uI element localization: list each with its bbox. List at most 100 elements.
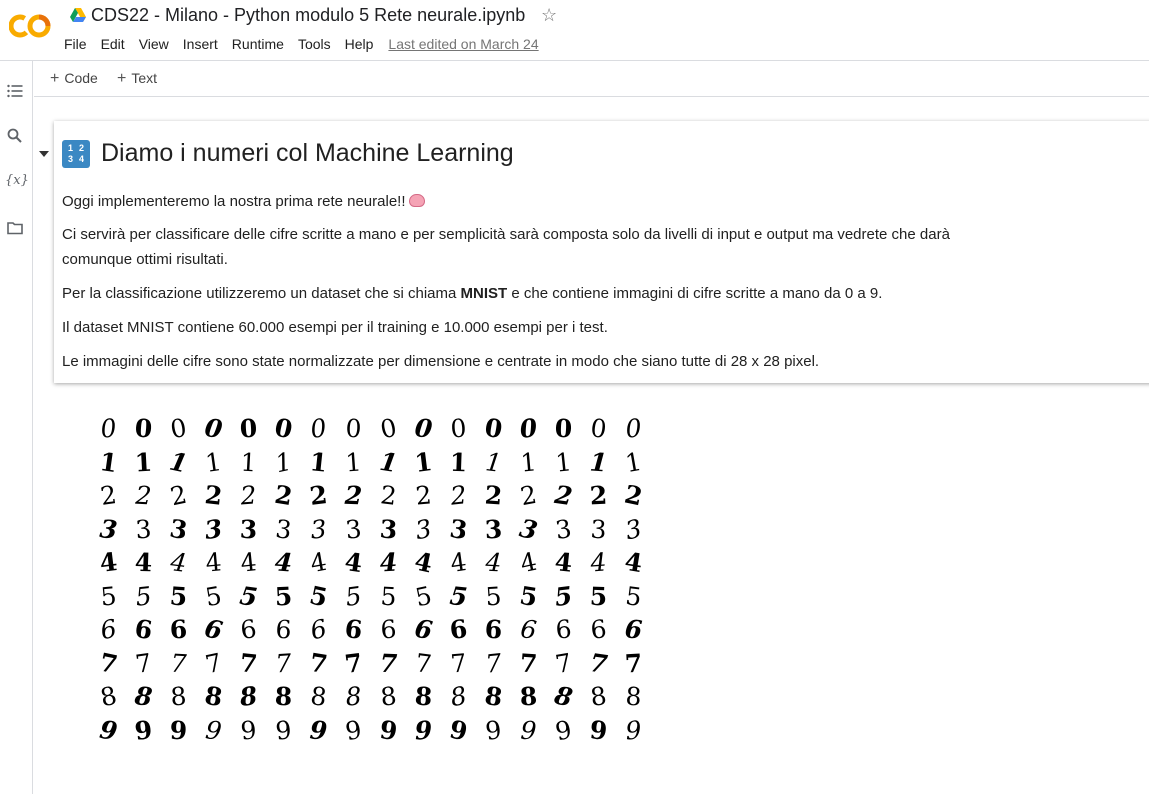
handwritten-digit: 4	[517, 546, 540, 579]
handwritten-digit: 5	[99, 581, 118, 612]
left-sidebar: {x}	[0, 61, 33, 794]
handwritten-digit: 6	[98, 614, 119, 646]
input-numbers-icon: 1 2 3 4	[62, 139, 90, 168]
handwritten-digit: 2	[203, 480, 224, 512]
handwritten-digit: 5	[517, 580, 540, 612]
handwritten-digit: 7	[413, 647, 434, 679]
handwritten-digit: 8	[344, 681, 363, 712]
handwritten-digit: 3	[344, 513, 363, 545]
handwritten-digit: 6	[307, 613, 330, 646]
paragraph-dataset: Per la classificazione utilizzeremo un d…	[62, 285, 883, 302]
handwritten-digit: 5	[134, 580, 153, 612]
handwritten-digit: 7	[587, 647, 610, 679]
handwritten-digit: 8	[133, 681, 154, 713]
heading-text: Diamo i numeri col Machine Learning	[101, 139, 514, 167]
mnist-bold: MNIST	[460, 285, 508, 302]
handwritten-digit: 9	[552, 714, 575, 747]
handwritten-digit: 9	[446, 714, 471, 747]
handwritten-digit: 8	[551, 680, 576, 713]
handwritten-digit: 1	[166, 446, 191, 479]
menu-insert[interactable]: Insert	[183, 36, 218, 52]
menu-runtime[interactable]: Runtime	[232, 36, 284, 52]
handwritten-digit: 8	[588, 681, 609, 713]
handwritten-digit: 9	[133, 714, 154, 746]
handwritten-digit: 6	[169, 614, 188, 645]
cell-toolbar: + Code + Text	[34, 61, 1149, 97]
handwritten-digit: 2	[589, 480, 608, 511]
add-code-button[interactable]: + Code	[50, 70, 98, 88]
handwritten-digit: 0	[168, 413, 189, 445]
handwritten-digit: 6	[274, 614, 293, 645]
digit-row: 5555555555555555	[91, 580, 651, 614]
handwritten-digit: 6	[238, 614, 259, 646]
search-icon[interactable]	[6, 127, 24, 145]
digit-row: 3333333333333333	[91, 513, 651, 547]
paragraph-normalization: Le immagini delle cifre sono state norma…	[62, 353, 820, 370]
collapse-section-icon[interactable]	[39, 151, 49, 157]
handwritten-digit: 3	[134, 514, 153, 545]
text-cell[interactable]: 1 2 3 4 Diamo i numeri col Machine Learn…	[54, 121, 1149, 383]
handwritten-digit: 7	[96, 647, 121, 680]
handwritten-digit: 5	[343, 580, 364, 612]
handwritten-digit: 5	[168, 581, 189, 612]
add-text-button[interactable]: + Text	[117, 70, 157, 88]
plus-icon: +	[117, 70, 127, 87]
handwritten-digit: 7	[449, 648, 468, 679]
menu-file[interactable]: File	[64, 36, 87, 52]
menu-help[interactable]: Help	[345, 36, 374, 52]
handwritten-digit: 7	[238, 647, 259, 679]
handwritten-digit: 9	[239, 715, 258, 746]
handwritten-digit: 9	[519, 715, 538, 746]
handwritten-digit: 1	[272, 446, 295, 479]
handwritten-digit: 4	[204, 547, 223, 578]
handwritten-digit: 1	[483, 446, 504, 478]
handwritten-digit: 2	[552, 480, 575, 512]
paragraph-description: Ci servirà per classificare delle cifre …	[62, 226, 950, 268]
handwritten-digit: 1	[308, 446, 329, 478]
handwritten-digit: 6	[343, 614, 364, 646]
handwritten-digit: 2	[378, 480, 399, 512]
handwritten-digit: 3	[589, 514, 608, 545]
app-header: CDS22 - Milano - Python modulo 5 Rete ne…	[0, 0, 1149, 61]
digit-row: 6666666666666666	[91, 613, 651, 647]
handwritten-digit: 3	[413, 513, 434, 545]
handwritten-digit: 2	[98, 480, 119, 512]
folder-icon[interactable]	[6, 219, 24, 237]
handwritten-digit: 3	[309, 514, 328, 545]
menu-tools[interactable]: Tools	[298, 36, 331, 52]
table-of-contents-icon[interactable]	[6, 82, 24, 100]
handwritten-digit: 1	[554, 446, 573, 478]
handwritten-digit: 4	[308, 547, 329, 579]
colab-logo[interactable]	[9, 12, 51, 40]
handwritten-digit: 4	[168, 547, 189, 579]
last-edited-link[interactable]: Last edited on March 24	[388, 36, 538, 52]
variables-icon[interactable]: {x}	[5, 173, 29, 191]
handwritten-digit: 0	[482, 413, 505, 445]
handwritten-digit: 0	[133, 413, 154, 444]
menu-bar: File Edit View Insert Runtime Tools Help…	[64, 36, 553, 52]
handwritten-digit: 3	[447, 513, 470, 545]
paragraph-intro: Oggi implementeremo la nostra prima rete…	[62, 189, 1022, 214]
handwritten-digit: 2	[483, 480, 504, 511]
digit-row: 7777777777777777	[91, 647, 651, 681]
handwritten-digit: 1	[239, 447, 258, 478]
handwritten-digit: 4	[379, 547, 398, 578]
handwritten-digit: 1	[134, 447, 153, 478]
menu-view[interactable]: View	[139, 36, 169, 52]
handwritten-digit: 3	[167, 513, 190, 545]
handwritten-digit: 6	[589, 614, 608, 646]
handwritten-digit: 0	[99, 413, 118, 445]
star-icon[interactable]: ☆	[541, 5, 557, 26]
handwritten-digit: 8	[413, 681, 434, 712]
handwritten-digit: 8	[169, 681, 188, 712]
notebook-title[interactable]: CDS22 - Milano - Python modulo 5 Rete ne…	[91, 5, 525, 26]
handwritten-digit: 5	[484, 581, 503, 612]
menu-edit[interactable]: Edit	[101, 36, 125, 52]
handwritten-digit: 5	[448, 580, 469, 612]
handwritten-digit: 6	[518, 614, 539, 646]
handwritten-digit: 6	[201, 613, 226, 646]
handwritten-digit: 4	[273, 547, 294, 578]
handwritten-digit: 7	[133, 647, 154, 679]
handwritten-digit: 9	[483, 714, 504, 746]
handwritten-digit: 6	[554, 614, 573, 645]
